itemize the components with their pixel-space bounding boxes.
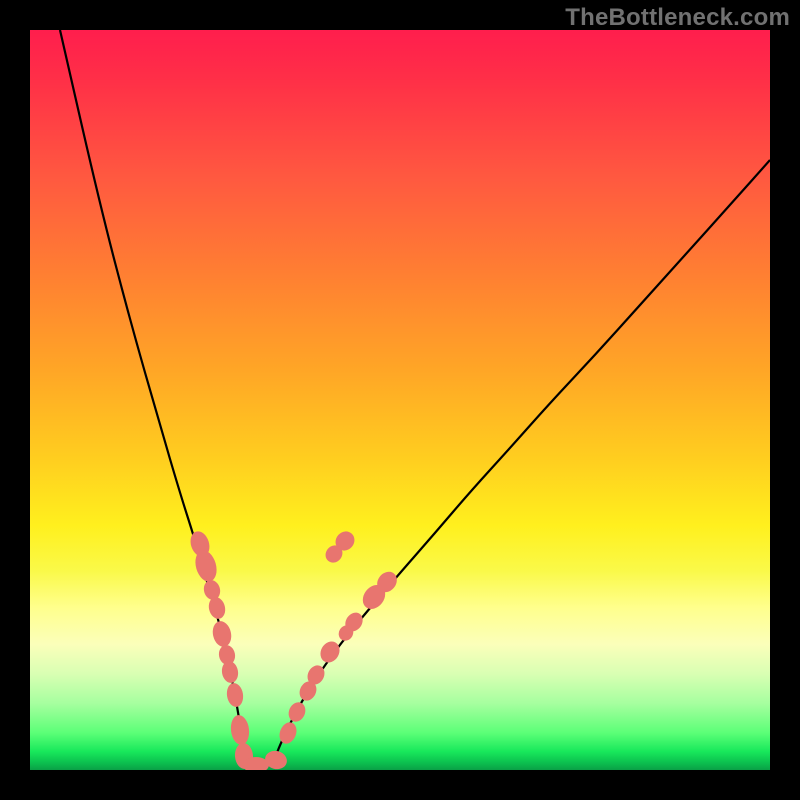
data-marker [210,619,233,648]
plot-area [30,30,770,770]
chart-container: TheBottleneck.com [0,0,800,800]
data-marker [220,660,240,684]
data-marker [286,700,309,725]
data-marker [276,720,299,746]
chart-overlay-svg [30,30,770,770]
data-marker [317,638,344,666]
data-marker [229,714,251,746]
watermark-text: TheBottleneck.com [565,4,790,32]
curve-right-branch [272,160,770,767]
data-marker [225,682,245,708]
curve-left-branch [60,30,245,767]
data-marker [207,595,228,620]
markers-group [187,528,400,770]
